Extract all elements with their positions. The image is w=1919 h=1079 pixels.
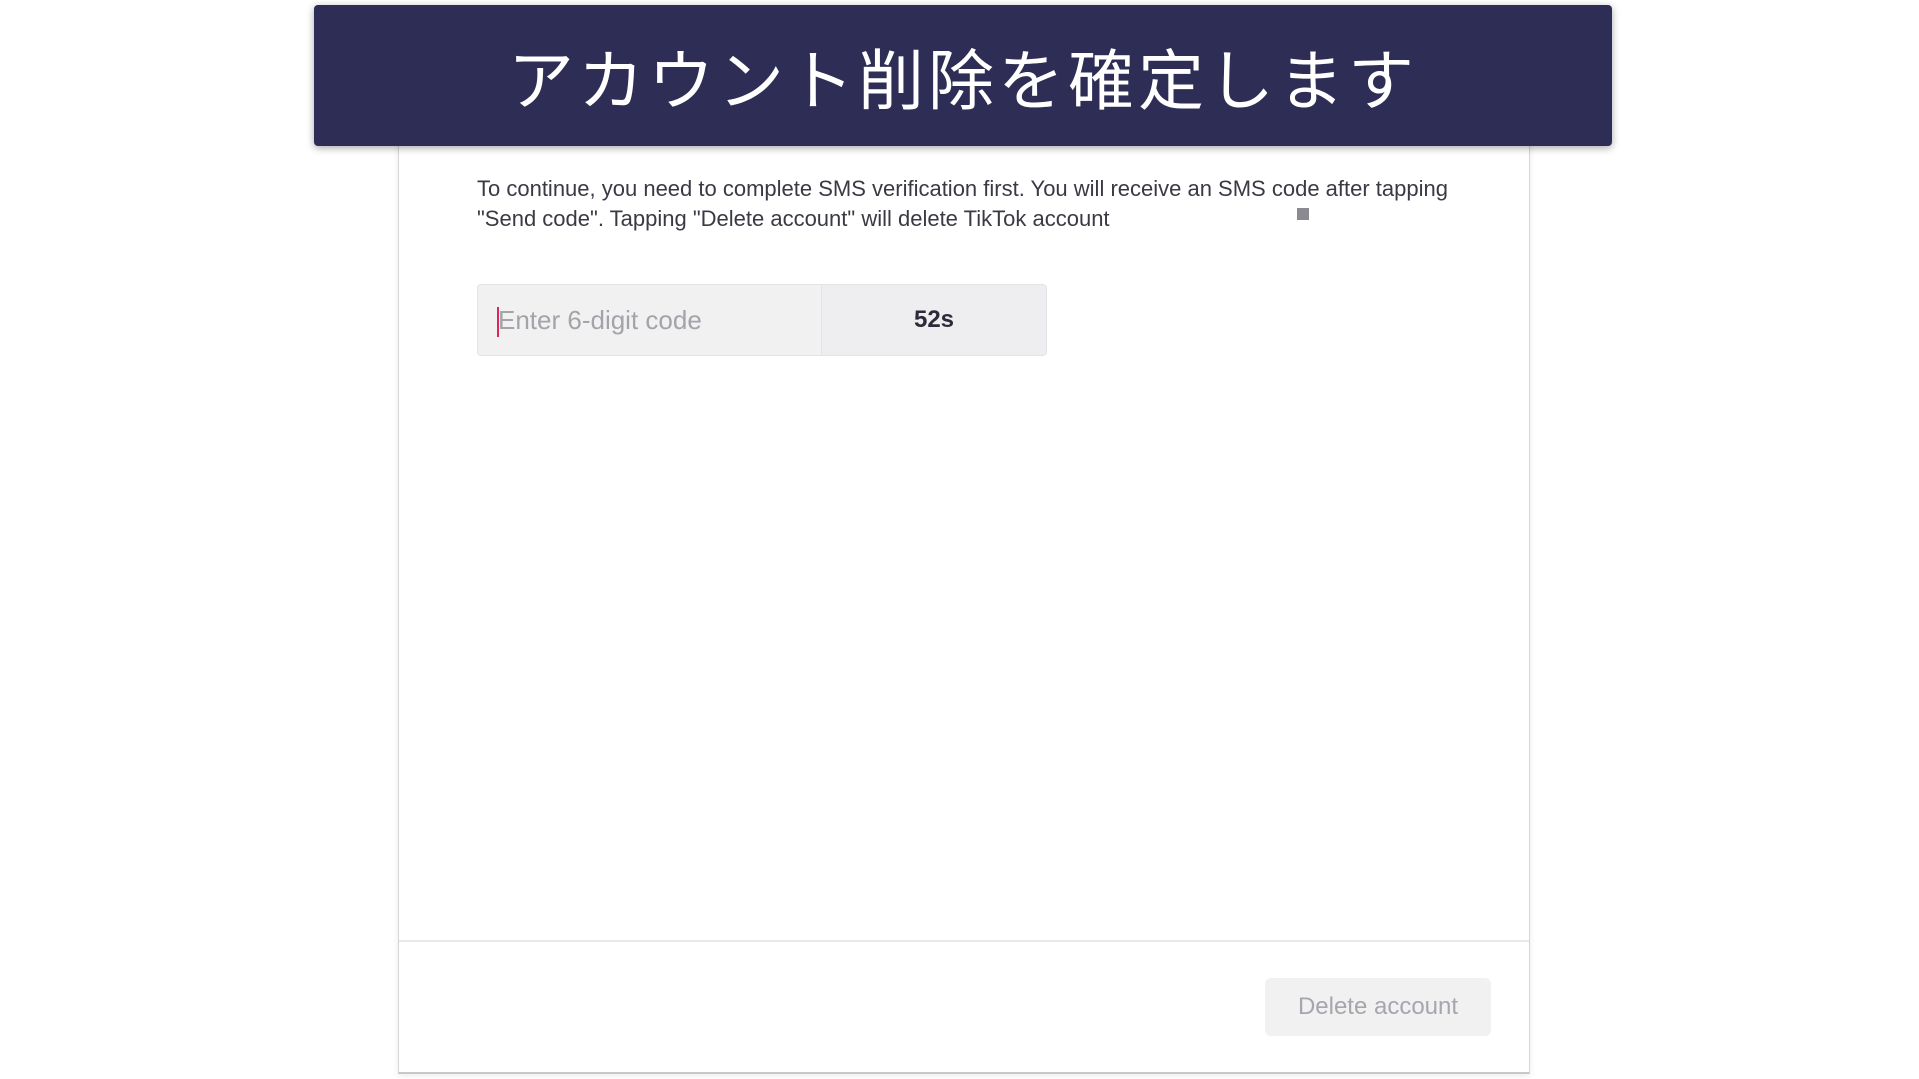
page: To continue, you need to complete SMS ve… (0, 0, 1919, 1079)
text-caret (497, 307, 499, 337)
banner-title: アカウント削除を確定します (314, 5, 1612, 146)
verification-dialog: To continue, you need to complete SMS ve… (398, 120, 1530, 1074)
square-icon (1297, 208, 1309, 220)
code-input-container[interactable] (477, 284, 821, 356)
sms-verification-description: To continue, you need to complete SMS ve… (477, 176, 1448, 231)
code-entry-row: 52s (477, 284, 1047, 356)
resend-code-timer[interactable]: 52s (821, 284, 1047, 356)
footer-divider (399, 940, 1529, 942)
delete-account-button[interactable]: Delete account (1265, 978, 1491, 1036)
verification-code-input[interactable] (498, 285, 808, 355)
